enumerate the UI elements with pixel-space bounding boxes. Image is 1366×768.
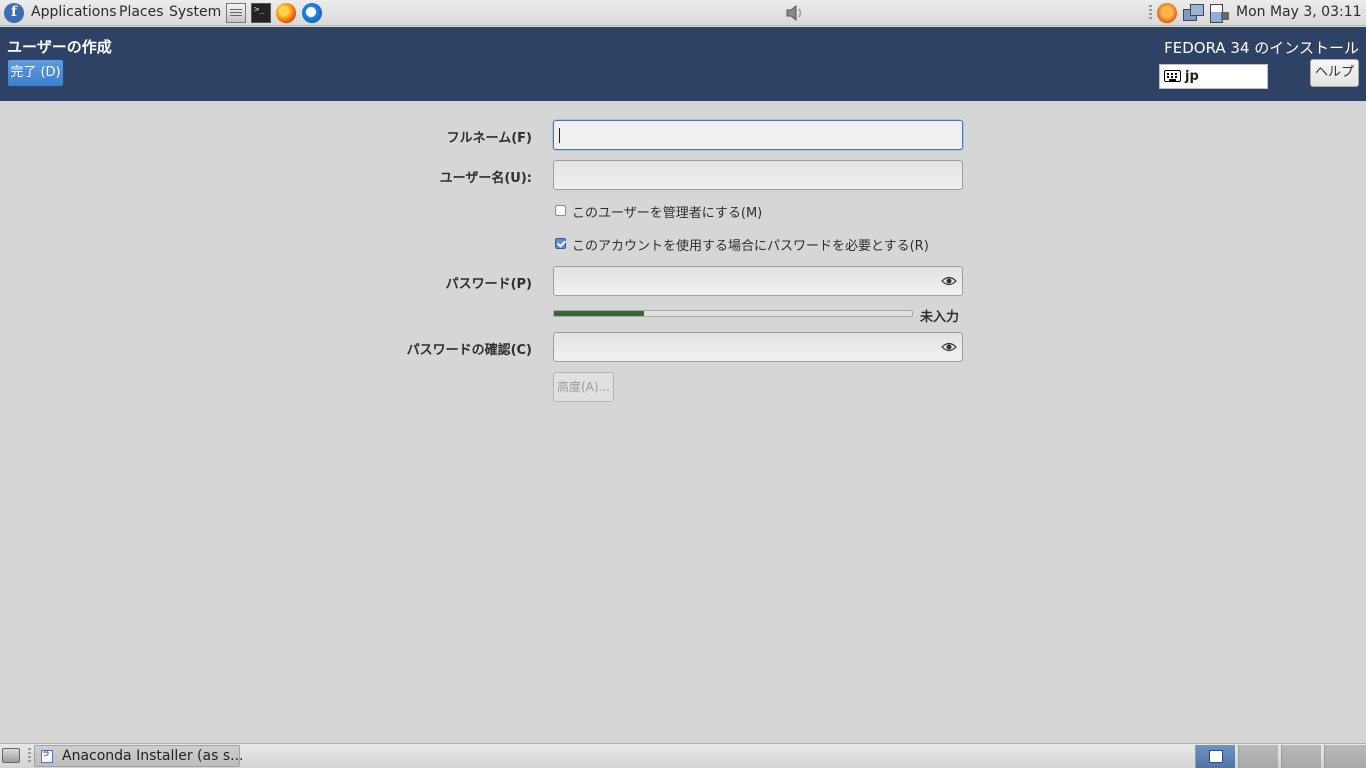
terminal-launcher-icon[interactable] [251, 3, 271, 23]
fullname-label: フルネーム(F) [446, 131, 532, 146]
help-button[interactable]: ヘルプ [1310, 59, 1359, 87]
workspace-4[interactable] [1324, 745, 1366, 768]
require-password-checkbox-label[interactable]: このアカウントを使用する場合にパスワードを必要とする(R) [572, 235, 929, 254]
eye-icon[interactable] [941, 274, 957, 288]
fullname-field[interactable] [553, 120, 963, 150]
username-label: ユーザー名(U): [439, 171, 532, 186]
network-tray-icon[interactable] [1183, 3, 1204, 23]
power-tray-icon[interactable] [1209, 3, 1229, 23]
workspace-1[interactable] [1195, 745, 1235, 768]
top-panel: f Applications Places System Mon May 3, … [0, 0, 1366, 26]
firefox-launcher-icon[interactable] [276, 3, 296, 23]
bottom-panel: Anaconda Installer (as s... [0, 743, 1366, 768]
password-strength-bar [553, 310, 913, 317]
text-cursor [559, 128, 560, 143]
page-title: ユーザーの作成 [7, 38, 112, 56]
keyboard-layout-indicator[interactable]: jp [1159, 64, 1268, 89]
system-menu[interactable]: System [169, 0, 221, 26]
workspace-window-thumb [1209, 750, 1223, 763]
panel-drag-handle[interactable] [1149, 5, 1152, 21]
applications-menu[interactable]: Applications [31, 0, 117, 26]
anaconda-icon [41, 748, 53, 763]
password-input[interactable] [554, 267, 962, 295]
require-password-checkbox[interactable] [555, 238, 566, 249]
product-title: FEDORA 34 のインストール [1164, 39, 1359, 57]
fullname-input[interactable] [554, 121, 962, 149]
workspace-2[interactable] [1238, 745, 1278, 768]
taskbar-window-button[interactable]: Anaconda Installer (as s... [34, 745, 244, 767]
thunderbird-launcher-icon[interactable] [302, 3, 322, 23]
workspace-3[interactable] [1281, 745, 1321, 768]
username-input[interactable] [554, 161, 962, 189]
keyboard-layout-label: jp [1185, 69, 1199, 84]
places-menu[interactable]: Places [119, 0, 164, 26]
admin-checkbox-label[interactable]: このユーザーを管理者にする(M) [572, 202, 762, 221]
done-button[interactable]: 完了 (D) [7, 59, 64, 87]
advanced-button[interactable]: 高度(A)... [553, 372, 614, 402]
password-label: パスワード(P) [445, 277, 532, 292]
password-strength-label: 未入力 [920, 310, 960, 325]
confirm-password-label: パスワードの確認(C) [406, 343, 532, 358]
show-desktop-icon[interactable] [2, 748, 20, 763]
taskbar-window-label: Anaconda Installer (as s... [62, 748, 244, 764]
eye-icon[interactable] [941, 340, 957, 354]
confirm-password-field[interactable] [553, 332, 963, 362]
spoke-header: ユーザーの作成 完了 (D) FEDORA 34 のインストール jp ヘルプ [0, 27, 1366, 101]
clock[interactable]: Mon May 3, 03:11 [1236, 0, 1362, 26]
panel-drag-handle[interactable] [28, 748, 31, 764]
fedora-logo-icon[interactable]: f [4, 3, 24, 23]
admin-checkbox[interactable] [555, 205, 566, 216]
password-strength-fill [554, 311, 644, 316]
updates-tray-icon[interactable] [1157, 3, 1177, 23]
file-manager-launcher-icon[interactable] [226, 3, 246, 23]
password-field[interactable] [553, 266, 963, 296]
confirm-password-input[interactable] [554, 333, 962, 361]
username-field[interactable] [553, 160, 963, 190]
keyboard-icon [1164, 70, 1181, 82]
volume-icon[interactable] [783, 4, 805, 22]
